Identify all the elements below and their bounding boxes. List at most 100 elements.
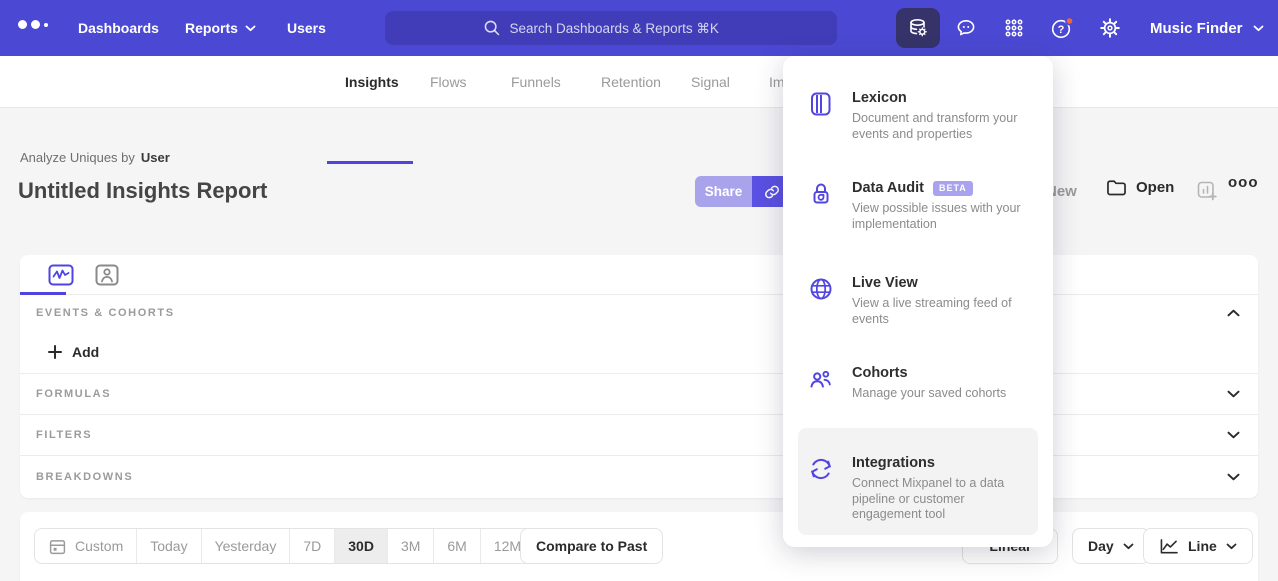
chevron-down-icon [1226,543,1237,550]
range-6m[interactable]: 6M [433,529,479,563]
range-3m[interactable]: 3M [387,529,433,563]
apps-grid-button[interactable] [992,8,1036,48]
range-7d[interactable]: 7D [289,529,334,563]
events-view-tab[interactable] [48,262,74,288]
menu-item-text: Cohorts Manage your saved cohorts [852,365,1006,402]
tab-funnels[interactable]: Funnels [511,56,561,108]
range-30d[interactable]: 30D [334,529,387,563]
globe-icon [807,276,835,327]
analyze-by-value[interactable]: User [141,150,170,165]
share-button[interactable]: Share [695,176,752,207]
range-today[interactable]: Today [136,529,200,563]
section-formulas[interactable]: FORMULAS [20,373,1258,414]
menu-item-cohorts[interactable]: Cohorts Manage your saved cohorts [807,365,1037,402]
active-tab-underline [327,161,413,164]
messages-button[interactable] [944,8,988,48]
folder-icon [1106,178,1127,196]
top-navbar: Dashboards Reports Users [0,0,1278,56]
section-events-cohorts[interactable]: EVENTS & COHORTS [20,295,1258,331]
data-management-button[interactable] [896,8,940,48]
project-switcher[interactable]: Music Finder [1150,0,1264,56]
apps-grid-icon [1002,16,1026,40]
menu-item-text: Data Audit BETA View possible issues wit… [852,180,1032,232]
expand-section-button[interactable] [1227,473,1240,481]
nav-users[interactable]: Users [287,0,326,56]
menu-item-description: Manage your saved cohorts [852,386,1006,402]
section-events-label: EVENTS & COHORTS [36,307,175,319]
chevron-up-icon [1227,309,1240,317]
menu-item-data-audit[interactable]: Data Audit BETA View possible issues wit… [807,180,1037,232]
more-options-button[interactable]: ooo [1228,174,1259,191]
svg-text:?: ? [1057,23,1064,35]
range-6m-label: 6M [447,538,466,554]
tab-retention-label: Retention [601,74,661,90]
tab-flows-label: Flows [430,74,467,90]
range-yesterday-label: Yesterday [215,538,277,554]
line-chart-icon [1159,538,1179,555]
interval-selector[interactable]: Day [1072,528,1150,564]
menu-item-title: Lexicon [852,90,1032,106]
settings-button[interactable] [1088,8,1132,48]
interval-label: Day [1088,538,1114,554]
range-custom[interactable]: Custom [35,529,136,563]
section-filters-label: FILTERS [36,429,92,441]
lexicon-book-icon [807,91,835,142]
tab-insights[interactable]: Insights [345,56,399,108]
tab-insights-label: Insights [345,74,399,90]
expand-section-button[interactable] [1227,431,1240,439]
menu-item-description: View possible issues with your implement… [852,201,1032,232]
global-search[interactable] [385,11,837,45]
range-yesterday[interactable]: Yesterday [201,529,290,563]
compare-to-past-button[interactable]: Compare to Past [520,528,663,564]
menu-item-title: Data Audit BETA [852,180,1032,196]
builder-view-tabs [20,255,1258,295]
open-button-label: Open [1136,179,1174,196]
analyze-by-row: Analyze Uniques by User [20,150,170,165]
nav-dashboards-label: Dashboards [78,20,159,36]
add-to-dashboard-button[interactable] [1196,180,1218,202]
calendar-icon [48,537,67,556]
compare-to-past-label: Compare to Past [536,538,647,554]
expand-section-button[interactable] [1227,390,1240,398]
tab-signal[interactable]: Signal [691,56,730,108]
menu-item-text: Integrations Connect Mixpanel to a data … [852,455,1032,523]
settings-gear-icon [1098,16,1122,40]
section-filters[interactable]: FILTERS [20,414,1258,455]
data-management-dropdown: Lexicon Document and transform your even… [783,56,1053,547]
menu-item-live-view[interactable]: Live View View a live streaming feed of … [807,275,1037,327]
search-input[interactable] [510,21,740,36]
range-today-label: Today [150,538,187,554]
menu-item-description: View a live streaming feed of events [852,296,1032,327]
nav-dashboards[interactable]: Dashboards [78,0,159,56]
report-title[interactable]: Untitled Insights Report [18,178,267,204]
add-event-label: Add [72,344,99,360]
chevron-down-icon [1253,25,1264,32]
chevron-down-icon [1123,543,1134,550]
nav-reports[interactable]: Reports [185,0,256,56]
tab-signal-label: Signal [691,74,730,90]
analyze-by-label: Analyze Uniques by [20,150,135,165]
range-12m-label: 12M [494,538,521,554]
section-breakdowns[interactable]: BREAKDOWNS [20,455,1258,497]
help-button[interactable]: ? [1040,8,1084,48]
add-event-button[interactable]: Add [48,344,99,360]
tab-retention[interactable]: Retention [601,56,661,108]
collapse-section-button[interactable] [1227,309,1240,317]
notification-dot [1065,17,1072,24]
chart-type-selector[interactable]: Line [1143,528,1253,564]
tab-flows[interactable]: Flows [430,56,467,108]
menu-item-description: Document and transform your events and p… [852,111,1032,142]
data-audit-lock-icon [807,181,835,232]
mixpanel-logo[interactable] [18,20,48,29]
menu-item-lexicon[interactable]: Lexicon Document and transform your even… [807,90,1037,142]
date-range-control: Custom Today Yesterday 7D 30D 3M 6M 12M [34,528,535,564]
menu-item-integrations[interactable]: Integrations Connect Mixpanel to a data … [807,455,1037,523]
menu-item-title: Integrations [852,455,1032,471]
tab-funnels-label: Funnels [511,74,561,90]
database-gear-icon [906,16,930,40]
open-report-button[interactable]: Open [1106,178,1174,196]
users-view-tab[interactable] [94,262,120,288]
menu-item-title: Cohorts [852,365,1006,381]
section-formulas-label: FORMULAS [36,388,111,400]
nav-reports-label: Reports [185,20,238,36]
